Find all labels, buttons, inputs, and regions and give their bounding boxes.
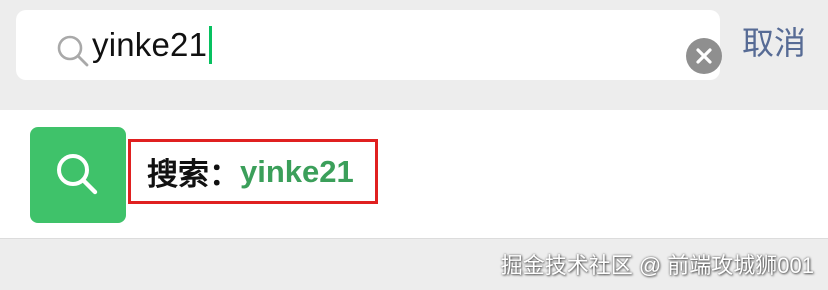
clear-button[interactable] [686, 38, 722, 74]
search-suggestion-query: yinke21 [240, 153, 354, 189]
search-result-icon-tile [30, 127, 126, 223]
search-suggestion-row[interactable]: 搜索： yinke21 [0, 110, 828, 238]
cancel-button[interactable]: 取消 [742, 20, 806, 66]
search-icon [54, 32, 94, 72]
search-input[interactable]: yinke21 [16, 10, 722, 80]
search-input-value: yinke21 [92, 23, 213, 67]
search-suggestion-label: 搜索： yinke21 [128, 139, 378, 204]
search-suggestion-prefix: 搜索： [147, 157, 240, 192]
text-cursor [209, 26, 213, 65]
search-icon [57, 154, 98, 195]
watermark: 掘金技术社区 @ 前端攻城狮001 [500, 253, 814, 278]
search-bar: yinke21 取消 [0, 0, 828, 110]
empty-results-area: 掘金技术社区 @ 前端攻城狮001 [0, 238, 828, 290]
search-query-text: yinke21 [92, 26, 208, 63]
clear-icon [696, 48, 712, 64]
